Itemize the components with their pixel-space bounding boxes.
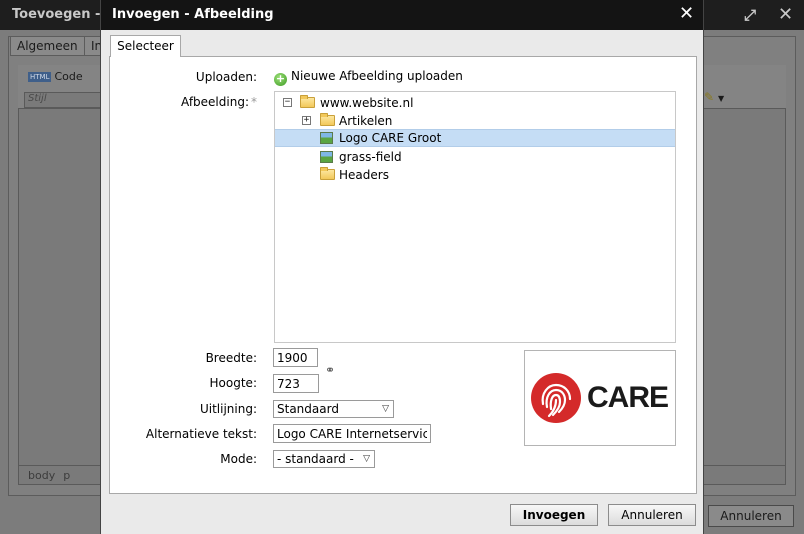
mode-select[interactable]: - standaard - ▽: [273, 450, 375, 468]
code-button[interactable]: HTML Code: [28, 70, 83, 83]
tree-node-label: www.website.nl: [320, 96, 414, 110]
html-icon: HTML: [28, 72, 52, 82]
chevron-down-icon[interactable]: ▼: [718, 94, 724, 103]
folder-icon: [320, 167, 335, 180]
brush-icon[interactable]: ✎: [704, 90, 714, 104]
label-alt-text: Alternatieve tekst:: [145, 427, 257, 441]
mode-select-value: - standaard -: [277, 452, 354, 466]
chevron-down-icon: ▽: [382, 404, 389, 414]
collapse-icon[interactable]: −: [283, 98, 292, 107]
add-icon: +: [274, 72, 287, 86]
alt-text-input[interactable]: [273, 424, 431, 443]
tab-selecteer[interactable]: Selecteer: [110, 35, 181, 57]
close-icon[interactable]: ✕: [778, 4, 793, 25]
image-icon: [320, 151, 333, 163]
close-icon[interactable]: ✕: [679, 3, 694, 24]
tree-node-grass-field[interactable]: grass-field: [275, 148, 675, 166]
label-afbeelding-text: Afbeelding:: [181, 95, 249, 109]
tree-node-artikelen[interactable]: + Artikelen: [275, 112, 675, 130]
status-path-body[interactable]: body: [28, 469, 55, 482]
upload-link-label: Nieuwe Afbeelding uploaden: [291, 69, 463, 83]
tree-node-label: Artikelen: [339, 114, 393, 128]
label-afbeelding: Afbeelding: *: [181, 95, 257, 109]
tab-algemeen[interactable]: Algemeen: [10, 36, 85, 56]
label-hoogte: Hoogte:: [209, 376, 257, 390]
folder-icon: [300, 95, 315, 108]
tree-node-root[interactable]: − www.website.nl: [275, 94, 675, 112]
chevron-down-icon: ▽: [363, 454, 370, 464]
alignment-select[interactable]: Standaard ▽: [273, 400, 394, 418]
label-uitlijning: Uitlijning:: [199, 402, 257, 416]
tree-node-label: Headers: [339, 168, 389, 182]
folder-icon: [320, 113, 335, 126]
tree-node-label: Logo CARE Groot: [339, 131, 442, 145]
tree-node-label: grass-field: [339, 150, 402, 164]
tree-node-logo-care-groot[interactable]: Logo CARE Groot: [275, 129, 675, 147]
insert-image-dialog: Invoegen - Afbeelding ✕ Selecteer Upload…: [100, 0, 704, 534]
style-select[interactable]: Stijl: [24, 92, 102, 108]
alignment-select-value: Standaard: [277, 402, 339, 416]
tree-node-headers[interactable]: Headers: [275, 166, 675, 184]
background-cancel-button[interactable]: Annuleren: [708, 505, 794, 527]
image-tree[interactable]: − www.website.nl + Artikelen Logo CARE G…: [274, 91, 676, 343]
status-path-p[interactable]: p: [63, 469, 70, 482]
logo-text: CARE: [587, 381, 669, 414]
dialog-title: Invoegen - Afbeelding: [112, 7, 274, 22]
image-icon: [320, 132, 333, 144]
label-mode: Mode:: [220, 452, 257, 466]
maximize-icon[interactable]: ⤢: [744, 6, 756, 24]
label-breedte: Breedte:: [205, 351, 257, 365]
insert-button[interactable]: Invoegen: [510, 504, 598, 526]
link-icon[interactable]: ⚭: [325, 363, 335, 377]
code-button-label: Code: [54, 70, 83, 83]
width-input[interactable]: [273, 348, 318, 367]
image-preview: CARE: [524, 350, 676, 446]
label-uploaden: Uploaden:: [195, 70, 257, 84]
required-marker: *: [251, 95, 257, 109]
fingerprint-logo-icon: [531, 373, 581, 423]
upload-new-image-link[interactable]: + Nieuwe Afbeelding uploaden: [274, 69, 463, 86]
height-input[interactable]: [273, 374, 319, 393]
cancel-button[interactable]: Annuleren: [608, 504, 696, 526]
expand-icon[interactable]: +: [302, 116, 311, 125]
